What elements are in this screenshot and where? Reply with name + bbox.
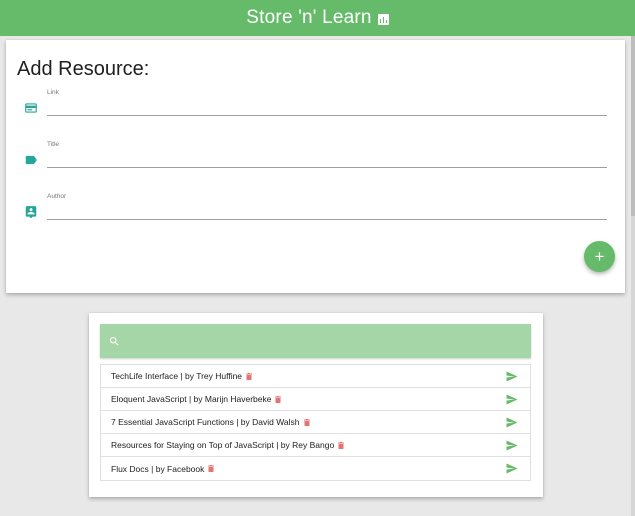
list-item[interactable]: 7 Essential JavaScript Functions | by Da… [101,411,530,434]
credit-card-icon [25,103,37,113]
link-input[interactable] [47,98,607,116]
resource-text: 7 Essential JavaScript Functions | by Da… [111,417,300,427]
search-bar [100,324,531,358]
link-field-group: Link [6,89,625,129]
resource-text: Eloquent JavaScript | by Marijn Haverbek… [111,394,272,404]
add-resource-button[interactable]: + [584,241,615,272]
author-input[interactable] [47,202,607,220]
plus-icon: + [594,247,605,266]
author-field-group: Author [6,193,625,233]
resource-list-card: TechLife Interface | by Trey Huffine Elo… [89,313,543,497]
trash-icon[interactable] [275,395,282,403]
list-item[interactable]: TechLife Interface | by Trey Huffine [101,365,530,388]
resource-list: TechLife Interface | by Trey Huffine Elo… [100,364,531,481]
app-header: Store 'n' Learn [0,0,635,36]
send-icon[interactable] [506,371,518,382]
label-tag-icon [25,155,37,165]
send-icon[interactable] [506,440,518,451]
trash-icon[interactable] [338,441,345,449]
title-input[interactable] [47,150,607,168]
link-label: Link [47,89,59,96]
bar-chart-icon [377,13,389,25]
resource-text: TechLife Interface | by Trey Huffine [111,371,243,381]
contact-card-icon [25,206,37,219]
app-title: Store 'n' Learn [246,7,372,28]
resource-text: Flux Docs | by Facebook [111,463,205,474]
page-scrollbar[interactable] [631,36,635,516]
resource-text: Resources for Staying on Top of JavaScri… [111,440,335,450]
search-icon [109,336,119,346]
add-resource-card: Add Resource: Link Title Author + [6,40,625,293]
list-item[interactable]: Eloquent JavaScript | by Marijn Haverbek… [101,388,530,411]
list-item[interactable]: Flux Docs | by Facebook [101,457,530,480]
trash-icon[interactable] [303,418,310,426]
scrollbar-thumb[interactable] [631,36,635,216]
send-icon[interactable] [506,394,518,405]
list-item[interactable]: Resources for Staying on Top of JavaScri… [101,434,530,457]
title-field-group: Title [6,141,625,181]
send-icon[interactable] [506,417,518,428]
send-icon[interactable] [506,463,518,474]
form-heading: Add Resource: [17,58,150,80]
trash-icon[interactable] [246,372,253,380]
title-label: Title [47,141,60,148]
trash-icon[interactable] [208,465,215,472]
author-label: Author [47,193,67,200]
search-input[interactable] [126,332,520,352]
